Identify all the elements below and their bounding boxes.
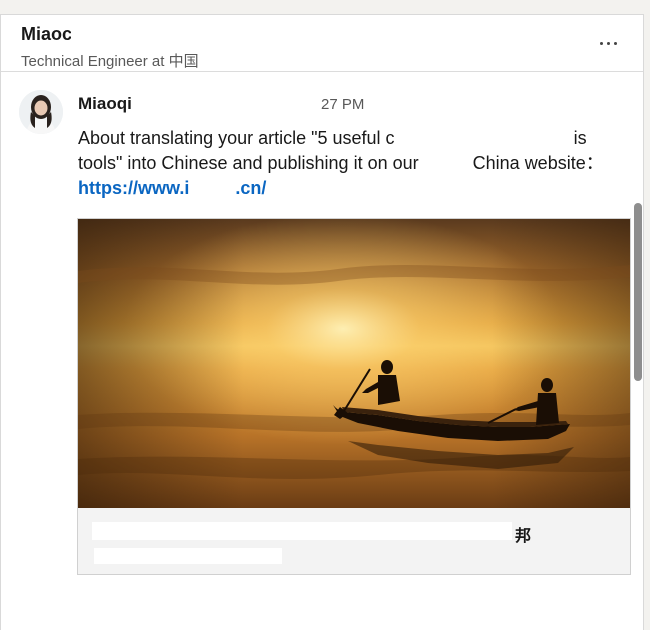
preview-footer: 邦 [78, 508, 630, 574]
avatar[interactable] [19, 90, 63, 134]
message-body: About translating your article "5 useful… [78, 126, 628, 201]
link-text: https://www.i [78, 178, 190, 198]
contact-name[interactable]: Miaoc [21, 24, 72, 45]
message-link[interactable]: https://www.i .cn/ [78, 178, 266, 198]
link-text: .cn/ [235, 178, 267, 198]
redaction-bar [94, 548, 282, 564]
more-options-button[interactable] [593, 35, 623, 51]
scrollbar-thumb[interactable] [634, 203, 642, 381]
avatar-portrait-icon [19, 90, 63, 134]
message-line: https://www.i .cn/ [78, 176, 628, 201]
message-sender[interactable]: Miaoqi [78, 94, 132, 114]
message-text: About translating your article "5 useful… [78, 128, 395, 148]
ellipsis-dot [606, 41, 610, 45]
message-line: tools" into Chinese and publishing it on… [78, 151, 628, 176]
message-text: tools" into Chinese and publishing it on… [78, 153, 419, 173]
message-time: 27 PM [321, 96, 365, 113]
message-thread: Miaoqi 27 PM About translating your arti… [1, 72, 643, 630]
ellipsis-dot [613, 41, 617, 45]
message-text: is [573, 128, 587, 148]
link-preview-card[interactable]: 邦 [77, 218, 631, 575]
redaction-bar [71, 21, 191, 47]
conversation-header: Miaoc Technical Engineer at 中国 [1, 15, 643, 72]
message-text: China website： [472, 153, 604, 173]
preview-title: 邦 [515, 526, 532, 545]
conversation-panel: Miaoc Technical Engineer at 中国 Miaoqi 27… [0, 14, 644, 630]
contact-headline: Technical Engineer at 中国 [21, 53, 199, 70]
redaction-bar [136, 90, 319, 114]
ellipsis-icon [599, 41, 603, 45]
message-line: About translating your article "5 useful… [78, 126, 628, 151]
redaction-bar [92, 522, 512, 540]
sunset-boat-image [78, 219, 630, 508]
